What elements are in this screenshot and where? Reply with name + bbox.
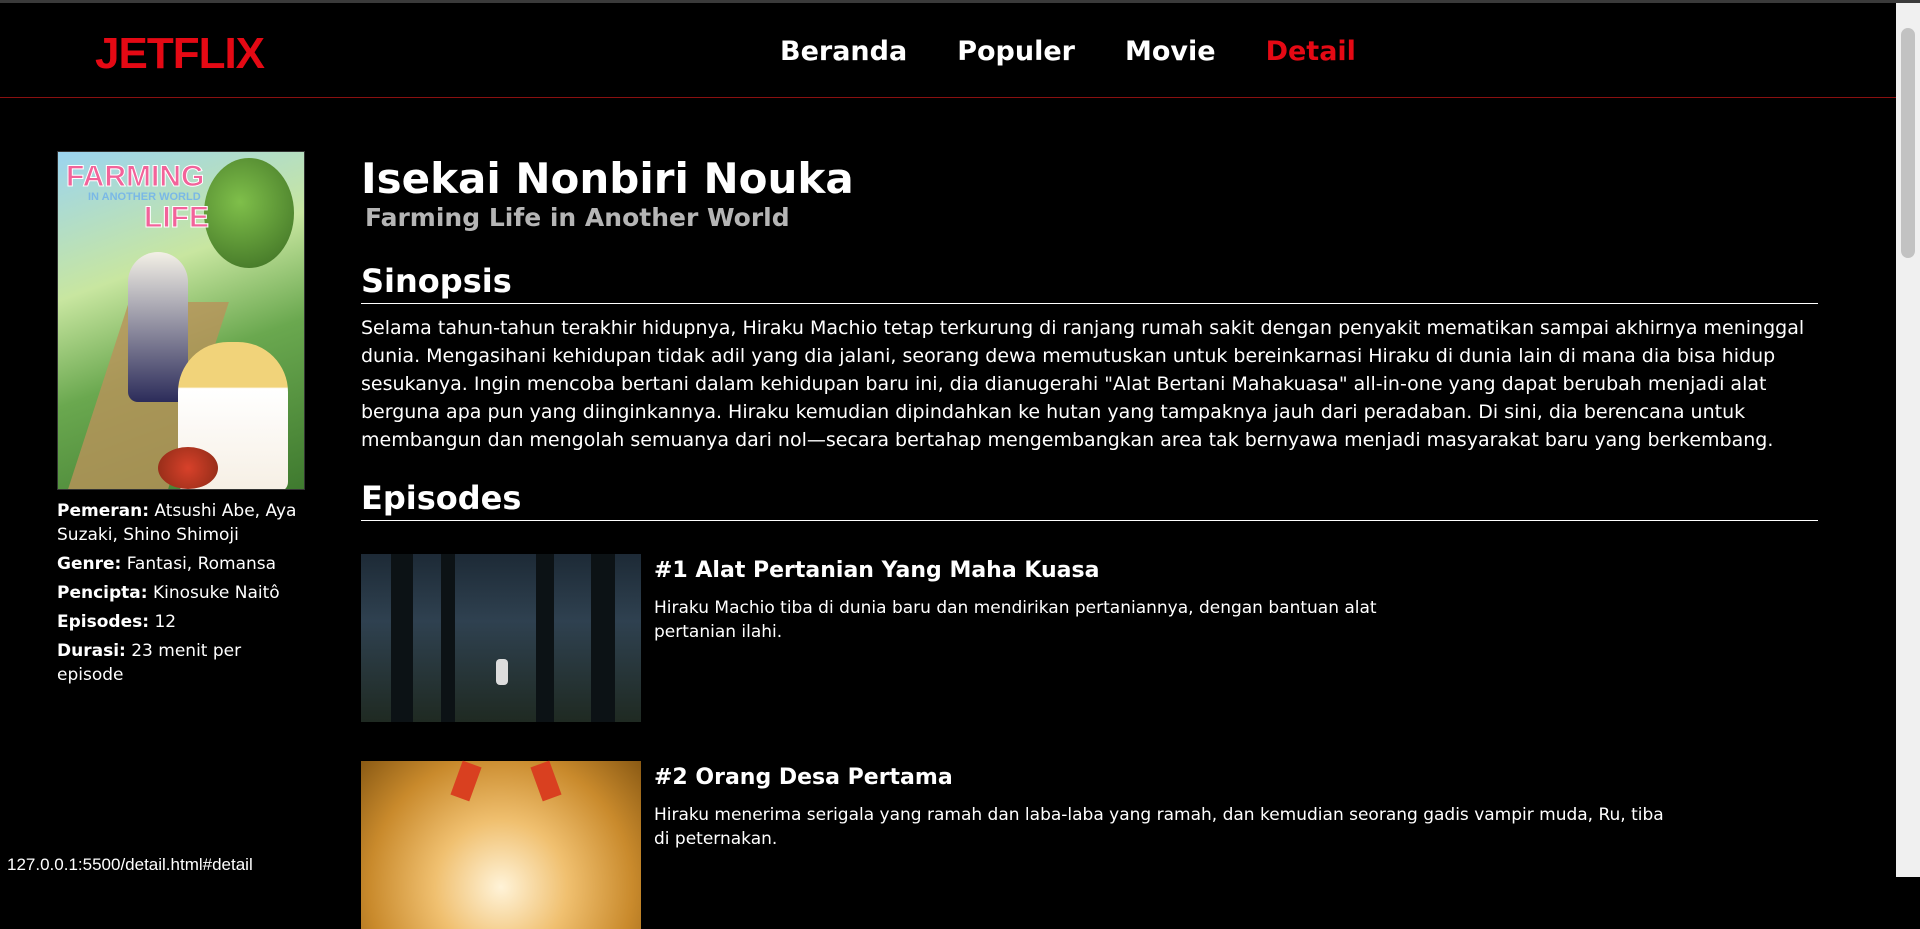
thumbnail-tree xyxy=(536,554,554,722)
meta-episodes: Episodes: 12 xyxy=(57,610,307,634)
meta-episodes-label: Episodes: xyxy=(57,612,150,632)
synopsis-text: Selama tahun-tahun terakhir hidupnya, Hi… xyxy=(361,317,1805,451)
thumbnail-figure xyxy=(496,659,508,685)
meta-genre-value: Fantasi, Romansa xyxy=(126,554,277,574)
nav-menu: Beranda Populer Movie Detail xyxy=(780,36,1356,67)
main-content: Isekai Nonbiri Nouka Farming Life in Ano… xyxy=(361,155,1818,929)
episode-title[interactable]: #1 Alat Pertanian Yang Maha Kuasa xyxy=(654,556,1384,586)
scrollbar[interactable] xyxy=(1896,3,1920,877)
poster-logo: FARMING IN ANOTHER WORLD LIFE xyxy=(66,160,226,234)
episode-description: Hiraku menerima serigala yang ramah dan … xyxy=(654,805,1664,849)
logo[interactable]: JETFLIX xyxy=(95,29,265,79)
meta-creator-value: Kinosuke Naitô xyxy=(152,583,280,603)
meta-duration: Durasi: 23 menit per episode xyxy=(57,639,307,687)
nav-link-movie[interactable]: Movie xyxy=(1125,36,1216,67)
scrollbar-thumb[interactable] xyxy=(1901,28,1915,258)
poster-basket xyxy=(158,447,218,489)
meta-genre-label: Genre: xyxy=(57,554,122,574)
episode-body: #2 Orang Desa Pertama Hiraku menerima se… xyxy=(654,761,1674,851)
thumbnail-tree xyxy=(391,554,413,722)
poster-logo-line1: FARMING xyxy=(66,160,205,193)
thumbnail-horn xyxy=(530,760,562,802)
nav-link-detail[interactable]: Detail xyxy=(1266,36,1356,67)
meta-cast: Pemeran: Atsushi Abe, Aya Suzaki, Shino … xyxy=(57,499,307,547)
meta-genre: Genre: Fantasi, Romansa xyxy=(57,552,307,576)
meta-info: Pemeran: Atsushi Abe, Aya Suzaki, Shino … xyxy=(57,499,307,687)
meta-creator-label: Pencipta: xyxy=(57,583,148,603)
episodes-heading: Episodes xyxy=(361,478,1818,521)
meta-creator: Pencipta: Kinosuke Naitô xyxy=(57,581,307,605)
meta-duration-label: Durasi: xyxy=(57,641,126,661)
thumbnail-tree xyxy=(441,554,455,722)
episode-item[interactable]: #2 Orang Desa Pertama Hiraku menerima se… xyxy=(361,760,1818,929)
synopsis-heading: Sinopsis xyxy=(361,261,1818,304)
status-bar-url: 127.0.0.1:5500/detail.html#detail xyxy=(0,853,260,877)
nav-link-beranda[interactable]: Beranda xyxy=(780,36,907,67)
navbar: JETFLIX Beranda Populer Movie Detail xyxy=(0,3,1896,98)
episode-description: Hiraku Machio tiba di dunia baru dan men… xyxy=(654,598,1377,642)
episode-item[interactable]: #1 Alat Pertanian Yang Maha Kuasa Hiraku… xyxy=(361,554,1818,722)
episode-thumbnail[interactable] xyxy=(361,554,641,722)
poster-image: FARMING IN ANOTHER WORLD LIFE xyxy=(57,151,305,490)
nav-link-populer[interactable]: Populer xyxy=(957,36,1075,67)
thumbnail-horn xyxy=(450,760,482,802)
episode-title[interactable]: #2 Orang Desa Pertama xyxy=(654,763,1674,793)
thumbnail-tree xyxy=(591,554,615,722)
meta-episodes-value: 12 xyxy=(154,612,177,632)
page-title: Isekai Nonbiri Nouka xyxy=(361,154,854,203)
episode-thumbnail[interactable] xyxy=(361,760,641,929)
meta-cast-label: Pemeran: xyxy=(57,501,149,521)
page-subtitle: Farming Life in Another World xyxy=(365,203,790,232)
sidebar: FARMING IN ANOTHER WORLD LIFE Pemeran: A… xyxy=(57,151,317,692)
poster-logo-line3: LIFE xyxy=(144,201,210,234)
episode-body: #1 Alat Pertanian Yang Maha Kuasa Hiraku… xyxy=(654,554,1384,644)
